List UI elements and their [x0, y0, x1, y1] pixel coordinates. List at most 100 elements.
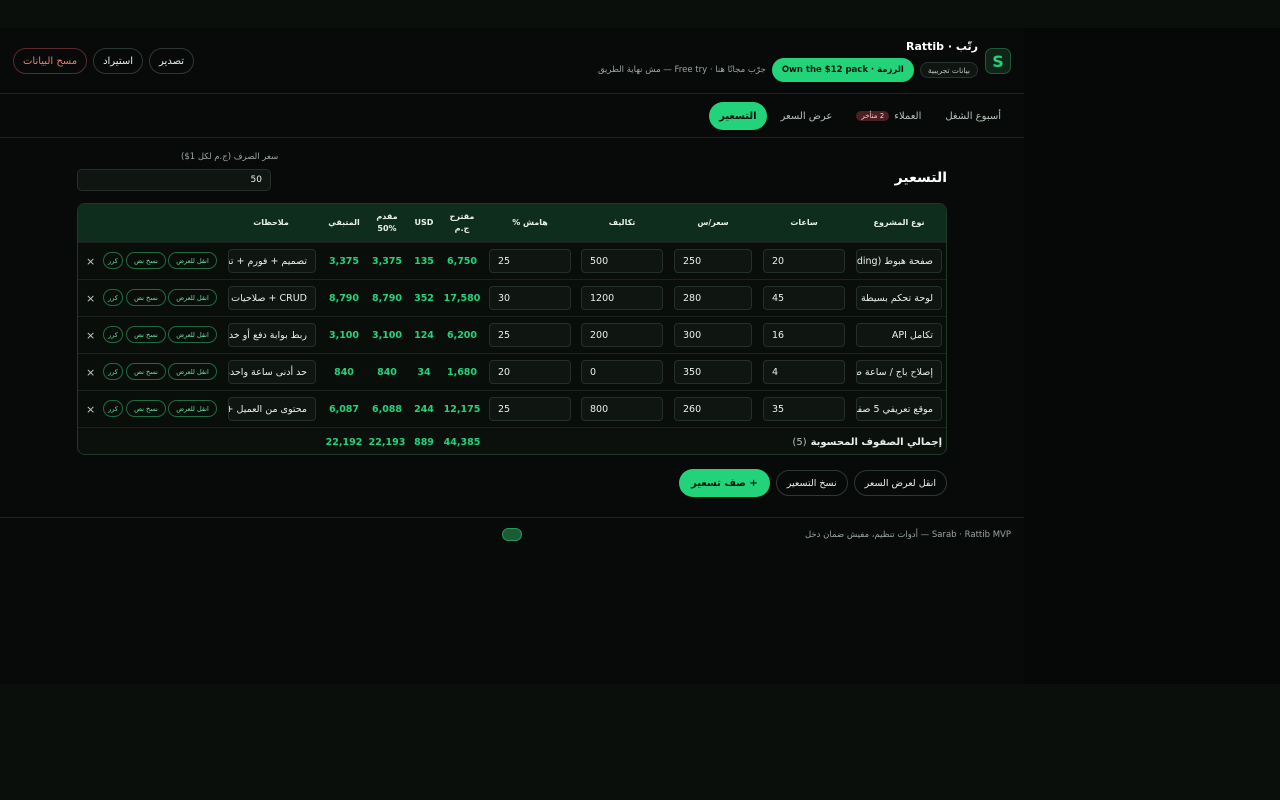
notes-input[interactable]: CRUD + صلاحيات أساسية [228, 286, 316, 310]
notes-input[interactable]: ربط بوابة دفع أو خدمة [228, 323, 316, 347]
col-margin: هامش % [512, 218, 548, 227]
app-header: S رتّب · Rattib جرّب مجانًا هنا · Free t… [0, 28, 1024, 94]
hours-input[interactable]: 16 [763, 323, 845, 347]
rate-input[interactable]: 250 [674, 249, 752, 273]
project-type-input[interactable]: لوحة تحكم بسيطة [856, 286, 942, 310]
move-to-quote-row-button[interactable]: انقل للعرض [168, 252, 217, 269]
copy-text-row-button[interactable]: نسخ نص [126, 400, 166, 417]
header-actions: مسح البيانات استيراد تصدير [13, 48, 195, 74]
tab-label: أسبوع الشغل [945, 110, 1001, 122]
deposit-value: 3,100 [371, 330, 403, 341]
rate-input[interactable]: 280 [674, 286, 752, 310]
col-costs: تكاليف [608, 218, 636, 227]
delete-row-icon[interactable]: × [86, 391, 95, 428]
rate-input[interactable]: 350 [674, 360, 752, 384]
export-button[interactable]: تصدير [149, 48, 195, 74]
move-to-quote-row-button[interactable]: انقل للعرض [168, 400, 217, 417]
tab-quote[interactable]: عرض السعر [771, 102, 843, 130]
free-try-text: جرّب مجانًا هنا · Free try — مش نهاية ال… [597, 65, 766, 75]
col-rate: سعر/س [697, 218, 729, 227]
costs-input[interactable]: 500 [581, 249, 663, 273]
hours-input[interactable]: 20 [763, 249, 845, 273]
pricing-actions: + صف تسعير نسخ التسعير انقل لعرض السعر [678, 469, 947, 497]
duplicate-row-button[interactable]: كرر [103, 252, 123, 269]
move-to-quote-row-button[interactable]: انقل للعرض [168, 363, 217, 380]
col-type: نوع المشروع [873, 218, 925, 227]
copy-text-row-button[interactable]: نسخ نص [126, 289, 166, 306]
app-footer: Sarab · Rattib MVP — أدوات تنظيم، مفيش ض… [0, 517, 1024, 557]
totals-label: إجمالي الصفوف المحسوبة (5) [792, 428, 942, 454]
move-to-quote-row-button[interactable]: انقل للعرض [168, 326, 217, 343]
margin-input[interactable]: 25 [489, 323, 571, 347]
exchange-rate-input[interactable] [77, 169, 271, 191]
tab-label: التسعير [719, 110, 757, 122]
rate-input[interactable]: 300 [674, 323, 752, 347]
tab-pricing[interactable]: التسعير [709, 102, 767, 130]
usd-value: 135 [414, 256, 434, 267]
duplicate-row-button[interactable]: كرر [103, 326, 123, 343]
move-to-quote-row-button[interactable]: انقل للعرض [168, 289, 217, 306]
copy-text-row-button[interactable]: نسخ نص [126, 252, 166, 269]
margin-input[interactable]: 25 [489, 249, 571, 273]
move-to-quote-button[interactable]: انقل لعرض السعر [853, 470, 947, 496]
tab-bar: التسعير عرض السعر العملاء 2 متأخر أسبوع ا… [0, 94, 1024, 138]
col-deposit-line2: 50% [377, 224, 397, 233]
costs-input[interactable]: 1200 [581, 286, 663, 310]
clear-data-button[interactable]: مسح البيانات [13, 48, 88, 74]
copy-text-row-button[interactable]: نسخ نص [126, 363, 166, 380]
deposit-value: 840 [377, 367, 397, 378]
duplicate-row-button[interactable]: كرر [103, 289, 123, 306]
col-suggested-line1: مقترح [449, 212, 475, 221]
delete-row-icon[interactable]: × [86, 243, 95, 280]
total-usd: 889 [414, 437, 434, 448]
remaining-value: 6,087 [328, 404, 360, 415]
margin-input[interactable]: 30 [489, 286, 571, 310]
col-suggested-line2: ج.م [454, 224, 470, 233]
notes-input[interactable]: محتوى من العميل + صور [228, 397, 316, 421]
delete-row-icon[interactable]: × [86, 280, 95, 317]
hours-input[interactable]: 4 [763, 360, 845, 384]
tab-label: العملاء [894, 110, 922, 122]
suggested-value: 6,200 [446, 330, 478, 341]
import-button[interactable]: استيراد [93, 48, 144, 74]
table-row: إصلاح باج / ساعة طوارئ 4 350 0 20 1,680 34 840 8… [78, 353, 946, 391]
project-type-input[interactable]: تكامل API [856, 323, 942, 347]
late-badge: 2 متأخر [856, 111, 890, 121]
duplicate-row-button[interactable]: كرر [103, 400, 123, 417]
margin-input[interactable]: 25 [489, 397, 571, 421]
duplicate-row-button[interactable]: كرر [103, 363, 123, 380]
margin-input[interactable]: 20 [489, 360, 571, 384]
footer-toggle[interactable] [502, 528, 522, 541]
col-usd: USD [414, 218, 434, 227]
notes-input[interactable]: تصميم + فورم + تسليم [228, 249, 316, 273]
brand-row: جرّب مجانًا هنا · Free try — مش نهاية ال… [598, 58, 978, 82]
delete-row-icon[interactable]: × [86, 354, 95, 391]
usd-value: 244 [414, 404, 434, 415]
tab-clients[interactable]: العملاء 2 متأخر [846, 102, 931, 130]
pricing-title: التسعير [894, 170, 947, 186]
copy-text-row-button[interactable]: نسخ نص [126, 326, 166, 343]
suggested-value: 17,580 [443, 293, 481, 304]
notes-input[interactable]: حد أدنى ساعة واحدة [228, 360, 316, 384]
add-pricing-row-button[interactable]: + صف تسعير [678, 469, 770, 497]
suggested-value: 1,680 [446, 367, 478, 378]
hours-input[interactable]: 45 [763, 286, 845, 310]
own-pack-button[interactable]: Own the $12 pack · الرزمة [771, 58, 914, 82]
total-deposit: 22,193 [368, 437, 406, 448]
project-type-input[interactable]: إصلاح باج / ساعة طوارئ [856, 360, 942, 384]
remaining-value: 3,100 [328, 330, 360, 341]
usd-value: 124 [414, 330, 434, 341]
copy-pricing-button[interactable]: نسخ التسعير [775, 470, 848, 496]
app-logo-icon: S [985, 48, 1011, 74]
delete-row-icon[interactable]: × [86, 317, 95, 354]
hours-input[interactable]: 35 [763, 397, 845, 421]
tab-work-week[interactable]: أسبوع الشغل [935, 102, 1011, 130]
app-window: S رتّب · Rattib جرّب مجانًا هنا · Free t… [0, 28, 1024, 684]
costs-input[interactable]: 200 [581, 323, 663, 347]
bottom-band [0, 684, 1280, 800]
costs-input[interactable]: 800 [581, 397, 663, 421]
project-type-input[interactable]: موقع تعريفي 5 صفحات [856, 397, 942, 421]
project-type-input[interactable]: صفحة هبوط (Landing) [856, 249, 942, 273]
rate-input[interactable]: 260 [674, 397, 752, 421]
costs-input[interactable]: 0 [581, 360, 663, 384]
